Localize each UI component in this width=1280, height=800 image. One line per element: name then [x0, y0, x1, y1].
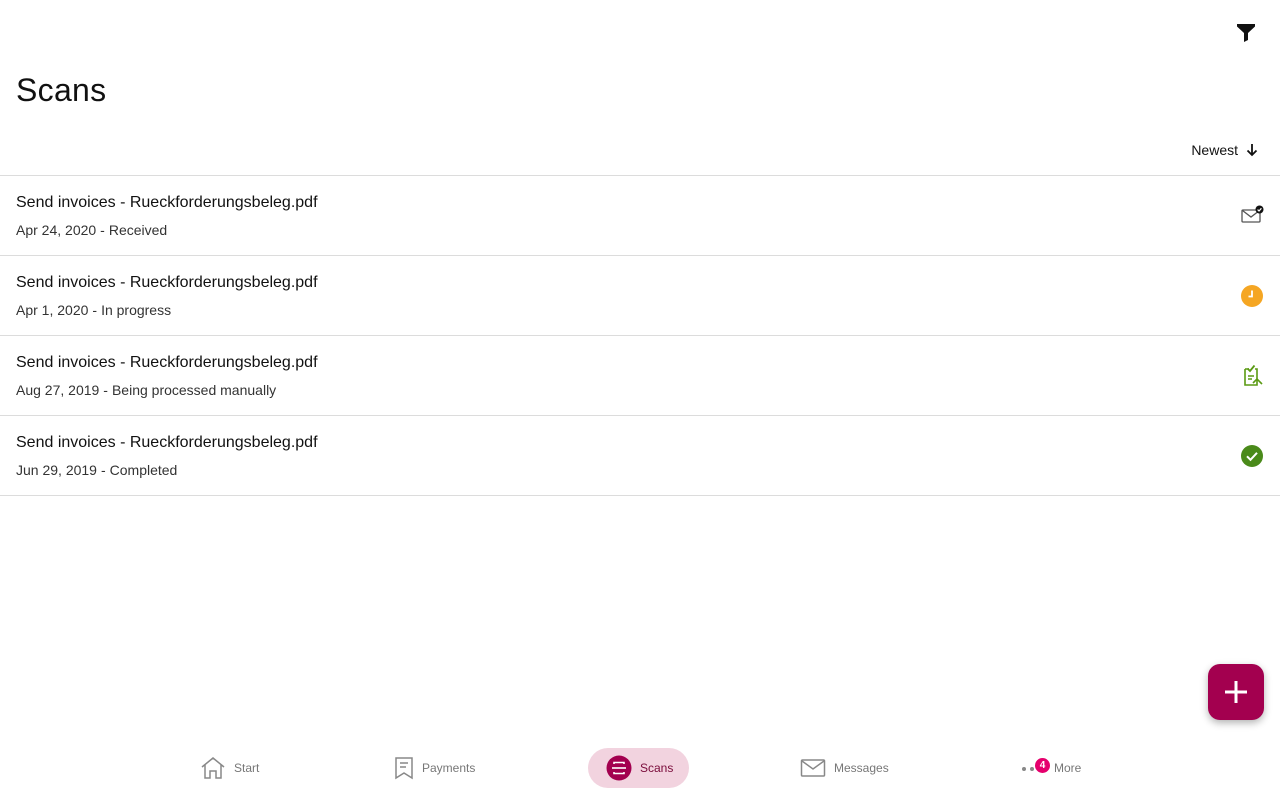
receipt-icon: [395, 757, 413, 780]
mail-icon: [800, 759, 826, 777]
scan-row[interactable]: Send invoices - Rueckforderungsbeleg.pdf…: [0, 416, 1280, 496]
nav-label: Start: [234, 761, 260, 775]
scan-date: Apr 24, 2020: [16, 222, 97, 238]
scan-title: Send invoices - Rueckforderungsbeleg.pdf: [16, 274, 318, 291]
document-review-icon: [1240, 364, 1264, 388]
scan-status: Completed: [109, 462, 178, 478]
sort-button[interactable]: Newest: [1191, 142, 1258, 158]
filter-icon: [1237, 24, 1255, 42]
clock-icon: [1240, 284, 1264, 308]
scan-date: Apr 1, 2020: [16, 302, 89, 318]
scan-meta: Apr 1, 2020- In progress: [16, 302, 172, 318]
sort-label: Newest: [1191, 142, 1238, 158]
more-icon-wrap: 4: [1020, 756, 1050, 780]
arrow-down-icon: [1246, 144, 1258, 157]
scan-title: Send invoices - Rueckforderungsbeleg.pdf: [16, 194, 318, 211]
check-circle-icon: [1240, 444, 1264, 468]
nav-item-start[interactable]: Start: [200, 748, 259, 788]
nav-label: More: [1054, 761, 1082, 775]
scan-meta: Aug 27, 2019- Being processed manually: [16, 382, 277, 398]
nav-label: Messages: [834, 761, 889, 775]
nav-item-more[interactable]: 4 More: [1020, 748, 1081, 788]
add-scan-button[interactable]: [1208, 664, 1264, 720]
nav-label: Scans: [640, 761, 674, 775]
page-title: Scans: [16, 72, 107, 108]
scan-date: Aug 27, 2019: [16, 382, 100, 398]
plus-icon: [1225, 681, 1247, 703]
scan-status: Being processed manually: [111, 382, 277, 398]
nav-label: Payments: [422, 761, 476, 775]
nav-item-messages[interactable]: Messages: [800, 748, 889, 788]
scan-meta: Apr 24, 2020- Received: [16, 222, 168, 238]
scan-status: In progress: [101, 302, 172, 318]
envelope-check-icon: [1240, 204, 1264, 228]
nav-item-payments[interactable]: Payments: [394, 748, 475, 788]
scan-row[interactable]: Send invoices - Rueckforderungsbeleg.pdf…: [0, 336, 1280, 416]
scan-icon: [606, 755, 632, 781]
scan-status: Received: [108, 222, 168, 238]
bottom-nav: Start Payments Scans Messages 4 More: [0, 740, 1280, 800]
notification-badge: 4: [1035, 758, 1050, 773]
scan-row[interactable]: Send invoices - Rueckforderungsbeleg.pdf…: [0, 176, 1280, 256]
scan-list: Send invoices - Rueckforderungsbeleg.pdf…: [0, 175, 1280, 496]
filter-button[interactable]: [1234, 20, 1258, 44]
scan-title: Send invoices - Rueckforderungsbeleg.pdf: [16, 354, 318, 371]
scan-title: Send invoices - Rueckforderungsbeleg.pdf: [16, 434, 318, 451]
scan-date: Jun 29, 2019: [16, 462, 97, 478]
nav-item-scans[interactable]: Scans: [588, 748, 690, 788]
scan-meta: Jun 29, 2019- Completed: [16, 462, 178, 478]
scan-row[interactable]: Send invoices - Rueckforderungsbeleg.pdf…: [0, 256, 1280, 336]
home-icon: [201, 757, 225, 779]
